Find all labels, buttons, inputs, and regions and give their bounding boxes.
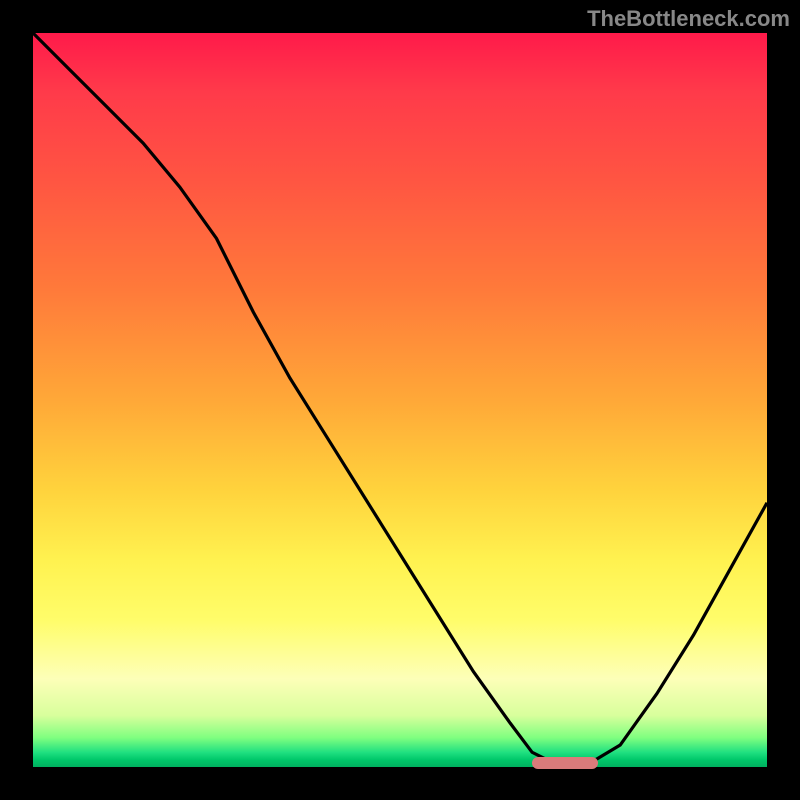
bottleneck-curve-path — [33, 33, 767, 767]
chart-container: TheBottleneck.com — [0, 0, 800, 800]
optimal-marker — [532, 757, 598, 769]
bottleneck-line-chart — [33, 33, 767, 767]
watermark-text: TheBottleneck.com — [587, 6, 790, 32]
